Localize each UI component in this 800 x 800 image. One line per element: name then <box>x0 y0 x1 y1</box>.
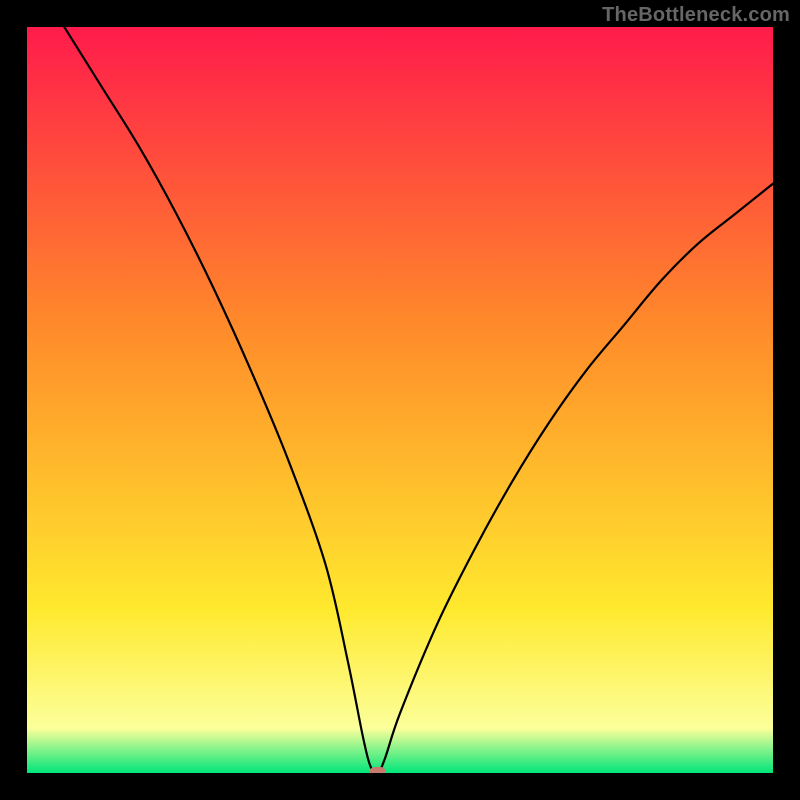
bottleneck-chart <box>27 27 773 773</box>
plot-area <box>27 27 773 773</box>
optimum-marker <box>370 767 386 773</box>
gradient-background <box>27 27 773 773</box>
chart-frame: TheBottleneck.com <box>0 0 800 800</box>
watermark-text: TheBottleneck.com <box>602 4 790 27</box>
